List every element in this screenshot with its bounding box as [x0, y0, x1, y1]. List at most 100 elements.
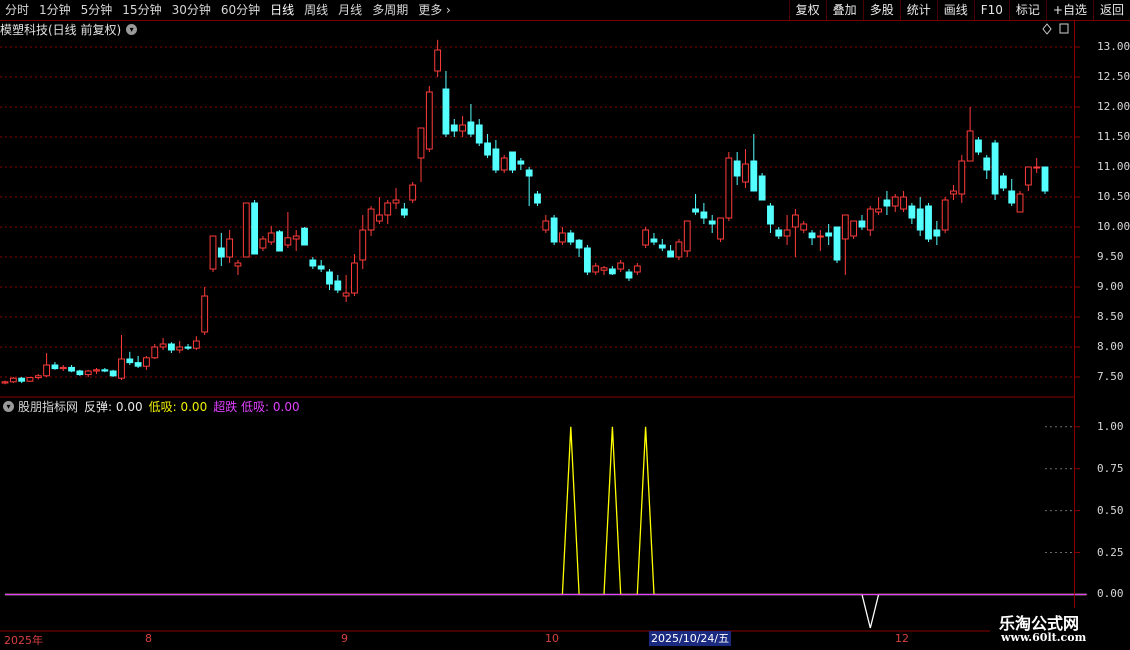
candle-body-up [26, 377, 34, 382]
candle-body-up [151, 346, 159, 359]
candle-body-down [833, 226, 841, 261]
candle-body-up [342, 292, 350, 297]
rebound-label: 反弹: [84, 399, 113, 414]
candle-body-up [1033, 166, 1041, 169]
indicator-header: ▾ 股朋指标网 反弹: 0.00 低吸: 0.00 超跌 低吸: 0.00 [0, 398, 300, 414]
indicator-tick-label: 0.25 [1097, 545, 1124, 559]
candle-body-down [509, 151, 516, 171]
candle-body-down [567, 232, 575, 243]
chevron-down-icon[interactable]: ▾ [3, 400, 14, 412]
candle-body-down [217, 247, 225, 258]
indicator-tick-label: 1.00 [1097, 419, 1124, 433]
candle-body-down [750, 160, 758, 192]
candle-body-up [875, 208, 883, 213]
panel-square-icon[interactable] [1059, 23, 1069, 34]
candle-body-down [775, 229, 783, 237]
candle-body-down [467, 121, 475, 135]
candle-body-up [93, 369, 100, 372]
candle-body-down [692, 208, 699, 213]
price-tick-label: 9.50 [1097, 250, 1124, 263]
candle-body-up [725, 157, 733, 219]
price-tick-label: 10.00 [1097, 220, 1130, 233]
indicator-tick-label: 0.75 [1097, 461, 1124, 475]
candle-body-down [858, 220, 866, 228]
candle-body-up [791, 214, 799, 228]
candle-body-down [301, 227, 308, 246]
indicator-line-2 [5, 426, 1087, 596]
price-tick-label: 11.00 [1097, 160, 1130, 173]
candle-body-up [592, 265, 600, 273]
candle-body-down [534, 193, 541, 204]
candle-body-up [43, 364, 51, 377]
candle-body-up [500, 157, 508, 171]
candle-body-up [209, 235, 217, 270]
dip-buy-value: 0.00 [180, 399, 208, 414]
candle-body-down [933, 229, 941, 237]
candle-body-down [18, 377, 26, 382]
candle-body-down [475, 124, 483, 144]
candle-body-down [667, 250, 675, 258]
candle-body-up [1, 381, 9, 384]
candle-body-down [908, 205, 916, 219]
diamond-icon[interactable] [1042, 23, 1052, 35]
indicator-tick-label: 0.00 [1097, 587, 1124, 601]
candle-body-up [159, 343, 167, 348]
indicator-name: 股朋指标网 [18, 399, 79, 414]
candle-body-up [259, 238, 267, 249]
candle-body-down [825, 232, 833, 237]
indicator-line-1 [5, 593, 1087, 629]
candle-body-up [717, 217, 724, 240]
candle-body-up [425, 91, 433, 150]
candle-body-down [68, 366, 75, 372]
candle-body-up [683, 220, 691, 252]
candle-body-up [600, 267, 608, 271]
candle-body-down [608, 268, 616, 275]
candle-body-up [633, 265, 641, 273]
candle-body-down [658, 244, 666, 249]
candle-body-up [816, 235, 824, 238]
candle-body-down [317, 265, 325, 270]
price-tick-label: 7.50 [1097, 370, 1124, 383]
candle-body-up [966, 130, 974, 162]
price-tick-label: 13.00 [1097, 40, 1130, 53]
candle-body-down [525, 169, 533, 177]
candle-body-up [59, 366, 67, 370]
candle-body-down [767, 205, 774, 225]
candle-body-down [583, 247, 591, 273]
candle-body-up [850, 220, 858, 237]
candle-body-up [459, 124, 467, 132]
candle-body-up [359, 229, 367, 261]
indicator-series [5, 426, 1087, 629]
candle-body-down [309, 259, 317, 267]
candle-body-up [841, 214, 849, 240]
date-label-sep: 9 [341, 632, 348, 645]
candle-body-down [975, 139, 982, 153]
date-label-oct: 10 [545, 632, 559, 645]
candle-body-down [999, 175, 1007, 189]
candle-body-down [276, 231, 283, 252]
price-tick-label: 9.00 [1097, 280, 1124, 293]
candle-body-down [625, 271, 633, 279]
candle-body-down [808, 232, 816, 239]
candle-body-down [925, 205, 932, 240]
candle-body-up [1024, 166, 1032, 186]
candle-body-down [575, 239, 583, 249]
candle-body-up [866, 208, 874, 231]
candle-body-down [400, 208, 408, 216]
candle-body-up [800, 223, 808, 231]
candle-body-up [900, 196, 907, 210]
candle-body-down [134, 362, 142, 367]
candle-body-down [101, 369, 109, 372]
selected-date: 2025/10/24/五 [649, 631, 732, 646]
candle-body-down [167, 343, 175, 351]
candle-body-up [176, 346, 184, 351]
candle-body-up [201, 295, 209, 333]
candle-body-up [617, 262, 625, 270]
candle-body-up [783, 229, 791, 237]
candle-body-up [267, 232, 275, 243]
candle-body-up [375, 214, 383, 222]
candle-body-up [559, 232, 566, 243]
candle-body-up [742, 163, 749, 183]
candle-body-up [284, 237, 292, 246]
candle-body-up [192, 340, 200, 349]
